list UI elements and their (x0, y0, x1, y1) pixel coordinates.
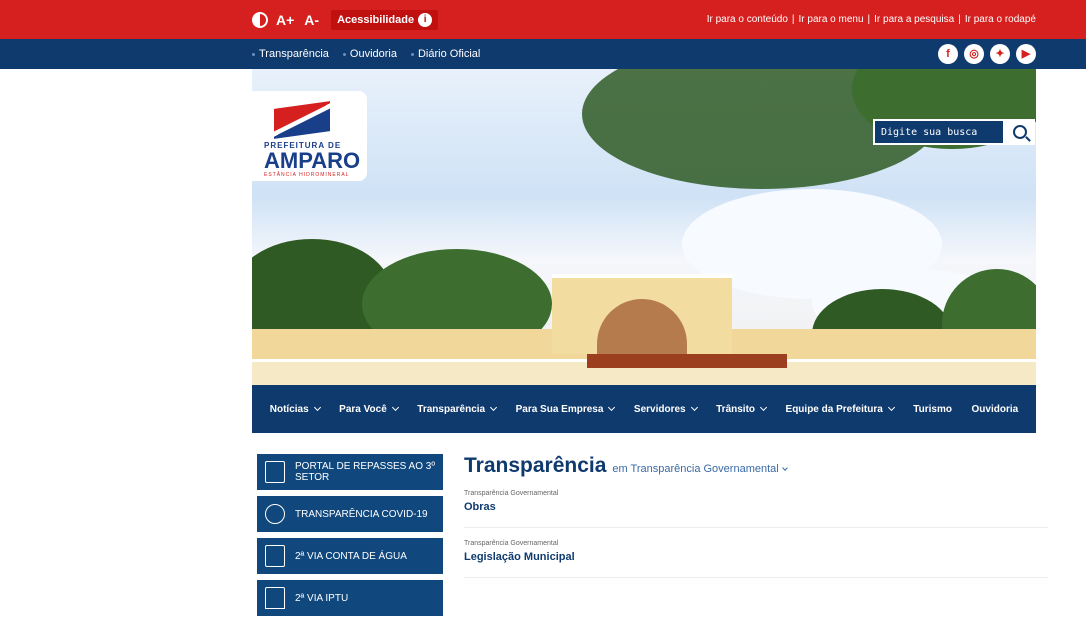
skip-to-content-link[interactable]: Ir para o conteúdo (707, 14, 788, 25)
site-logo[interactable]: PREFEITURA DE AMPARO ESTÂNCIA HIDROMINER… (252, 91, 367, 181)
main-navigation: Notícias Para Você Transparência Para Su… (252, 385, 1036, 433)
accessibility-bar: A+ A- Acessibilidade i Ir para o conteúd… (0, 0, 1086, 39)
quick-link-label: Ouvidoria (349, 48, 397, 60)
quick-link-diario-oficial[interactable]: Diário Oficial (410, 48, 481, 60)
bullet-icon (410, 52, 414, 56)
accessibility-label: Acessibilidade (337, 13, 415, 26)
sidebar-item-label: PORTAL DE REPASSES AO 3º SETOR (295, 461, 435, 483)
chevron-down-icon (490, 403, 498, 412)
water-tap-icon (265, 545, 285, 567)
nav-para-voce[interactable]: Para Você (339, 403, 399, 415)
nav-transito[interactable]: Trânsito (716, 403, 768, 415)
entry-title-link[interactable]: Obras (464, 501, 1048, 513)
nav-servidores[interactable]: Servidores (633, 403, 698, 415)
quick-link-label: Transparência (259, 48, 329, 60)
nav-label: Ouvidoria (971, 403, 1019, 415)
quick-link-transparencia[interactable]: Transparência (252, 48, 329, 60)
page-title: Transparência (464, 454, 607, 477)
info-icon: i (418, 12, 433, 27)
search-box (873, 119, 1035, 145)
chevron-down-icon (690, 403, 698, 412)
nav-transparencia[interactable]: Transparência (417, 403, 498, 415)
nav-equipe-da-prefeitura[interactable]: Equipe da Prefeitura (785, 403, 895, 415)
font-decrease-button[interactable]: A- (302, 10, 321, 30)
entry-category: Transparência Governamental (464, 490, 559, 497)
nav-label: Notícias (269, 403, 309, 415)
skip-to-search-link[interactable]: Ir para a pesquisa (874, 14, 954, 25)
nav-label: Trânsito (716, 403, 756, 415)
list-item: Transparência Governamental Obras (464, 478, 1048, 528)
document-icon (265, 461, 285, 483)
nav-label: Servidores (633, 403, 686, 415)
entry-category: Transparência Governamental (464, 540, 559, 547)
youtube-icon[interactable]: ▶ (1016, 44, 1036, 64)
nav-label: Transparência (417, 403, 486, 415)
chevron-down-icon (391, 403, 399, 412)
skip-links: Ir para o conteúdo | Ir para o menu | Ir… (707, 14, 1036, 25)
nav-para-sua-empresa[interactable]: Para Sua Empresa (515, 403, 616, 415)
sidebar-item-iptu[interactable]: 2ª VIA IPTU (257, 580, 443, 616)
nav-turismo[interactable]: Turismo (913, 404, 952, 415)
chevron-down-icon (313, 403, 321, 412)
nav-label: Turismo (913, 403, 952, 415)
nav-noticias[interactable]: Notícias (269, 403, 321, 415)
bullet-icon (342, 52, 346, 56)
chevron-down-icon (759, 403, 768, 412)
nav-label: Para Você (339, 403, 387, 415)
sidebar-item-label: TRANSPARÊNCIA COVID-19 (295, 508, 428, 520)
sidebar-item-conta-agua[interactable]: 2ª VIA CONTA DE ÁGUA (257, 538, 443, 574)
search-icon[interactable] (1013, 125, 1027, 139)
instagram-icon[interactable]: ◎ (964, 44, 984, 64)
entry-title-link[interactable]: Legislação Municipal (464, 551, 1048, 563)
category-selector[interactable]: em Transparência Governamental (612, 463, 788, 475)
flag-icon (274, 101, 330, 139)
bullet-icon (252, 52, 255, 56)
magnifier-icon (265, 504, 285, 524)
facebook-icon[interactable]: f (938, 44, 958, 64)
contrast-icon[interactable] (252, 11, 268, 28)
sidebar: PORTAL DE REPASSES AO 3º SETOR TRANSPARÊ… (257, 454, 443, 622)
skip-to-footer-link[interactable]: Ir para o rodapé (965, 14, 1036, 25)
social-links: f ◎ ✦ ▶ (938, 44, 1036, 64)
main-content: Transparência em Transparência Govername… (464, 454, 1048, 578)
quick-link-ouvidoria[interactable]: Ouvidoria (342, 48, 397, 60)
sidebar-item-portal-repasses[interactable]: PORTAL DE REPASSES AO 3º SETOR (257, 454, 443, 490)
separator: | (958, 14, 961, 25)
font-increase-button[interactable]: A+ (274, 10, 296, 30)
search-input[interactable] (875, 121, 1003, 143)
hero-banner (252, 69, 1036, 387)
logo-line-3: ESTÂNCIA HIDROMINERAL (264, 172, 350, 178)
logo-line-2: AMPARO (264, 148, 361, 173)
category-label: em Transparência Governamental (612, 463, 779, 475)
chevron-down-icon (887, 403, 895, 412)
accessibility-controls: A+ A- Acessibilidade i (252, 9, 439, 30)
separator: | (791, 14, 795, 25)
twitter-icon[interactable]: ✦ (990, 44, 1010, 64)
list-item: Transparência Governamental Legislação M… (464, 528, 1048, 578)
chevron-down-icon (608, 403, 616, 412)
page-header: Transparência em Transparência Govername… (464, 454, 1048, 478)
nav-label: Equipe da Prefeitura (785, 403, 883, 415)
chevron-down-icon (781, 465, 788, 471)
nav-label: Para Sua Empresa (515, 403, 604, 415)
skip-to-menu-link[interactable]: Ir para o menu (799, 14, 864, 25)
sidebar-item-transparencia-covid[interactable]: TRANSPARÊNCIA COVID-19 (257, 496, 443, 532)
nav-ouvidoria[interactable]: Ouvidoria (972, 404, 1019, 415)
sidebar-item-label: 2ª VIA CONTA DE ÁGUA (295, 550, 407, 562)
quick-link-label: Diário Oficial (417, 48, 481, 60)
separator: | (867, 14, 871, 25)
house-icon (265, 587, 285, 609)
quick-links: Transparência Ouvidoria Diário Oficial (252, 48, 480, 60)
quick-links-bar: Transparência Ouvidoria Diário Oficial f… (0, 39, 1086, 69)
accessibility-button[interactable]: Acessibilidade i (331, 9, 439, 30)
sidebar-item-label: 2ª VIA IPTU (295, 592, 349, 604)
